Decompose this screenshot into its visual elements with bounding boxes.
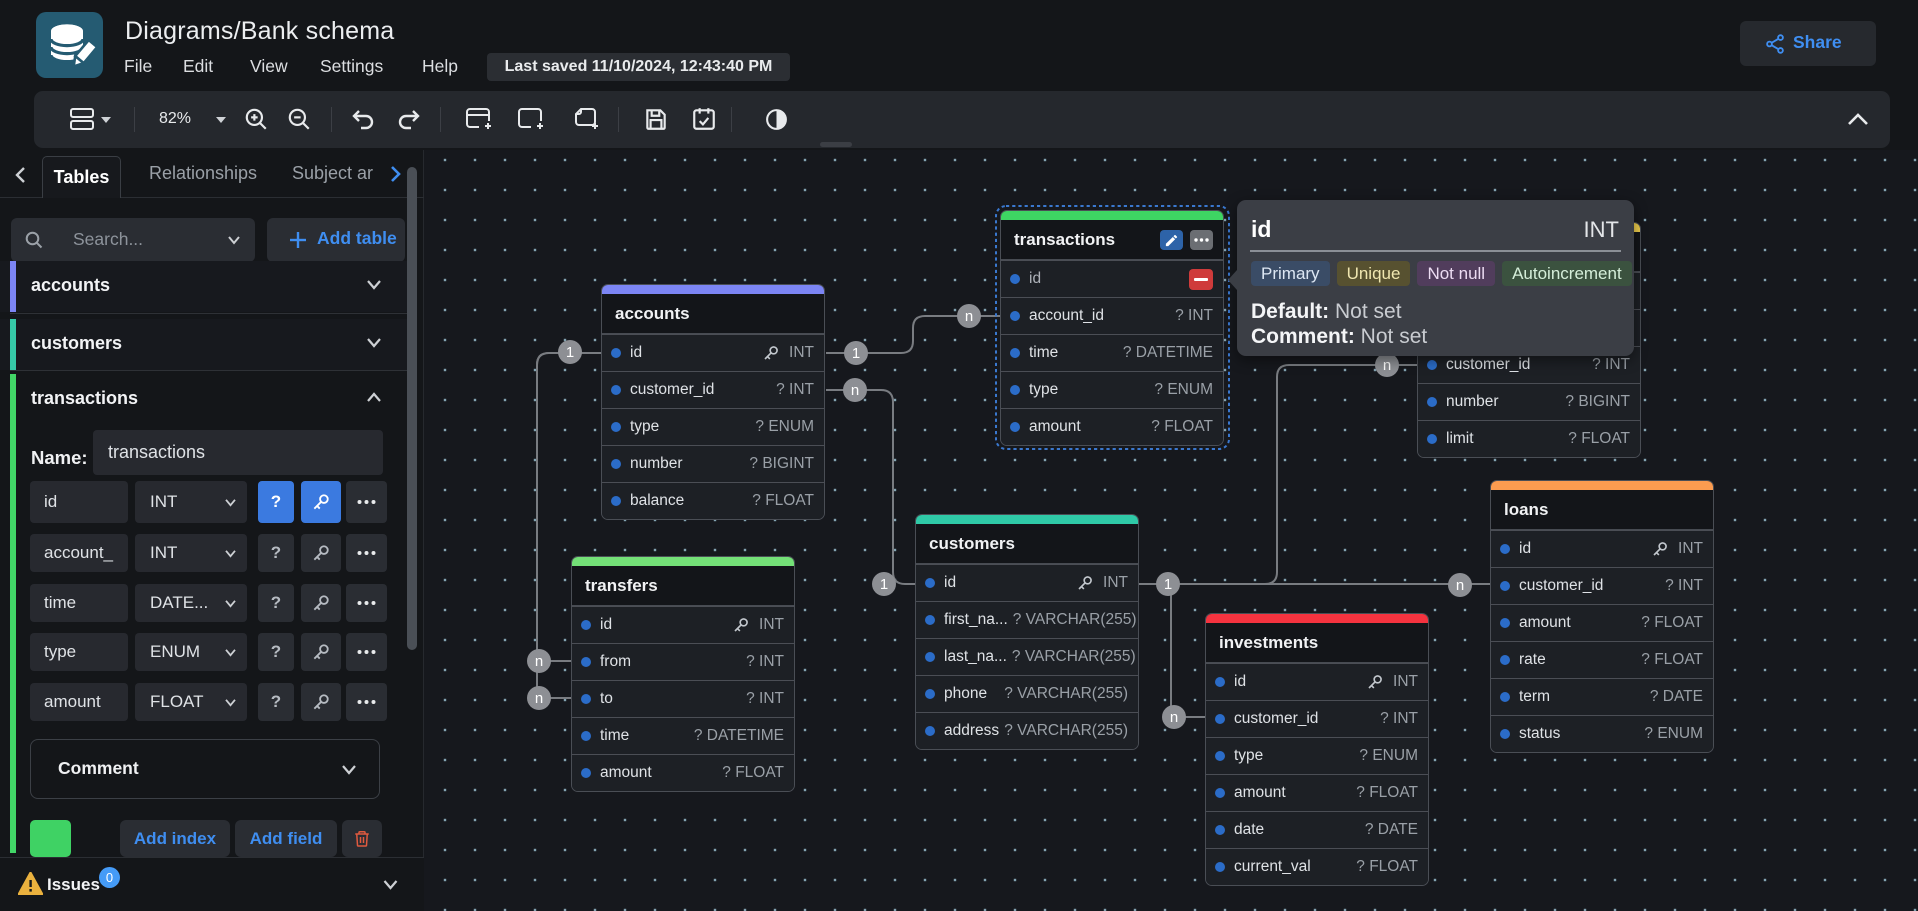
svg-text:1: 1 <box>566 344 574 361</box>
svg-text:1: 1 <box>880 576 888 593</box>
svg-text:n: n <box>965 308 973 325</box>
svg-text:n: n <box>535 690 543 707</box>
svg-text:n: n <box>535 653 543 670</box>
svg-text:n: n <box>1383 357 1391 374</box>
svg-text:1: 1 <box>1164 576 1172 593</box>
svg-text:n: n <box>851 382 859 399</box>
svg-text:1: 1 <box>852 345 860 362</box>
svg-text:n: n <box>1456 577 1464 594</box>
svg-text:n: n <box>1170 709 1178 726</box>
